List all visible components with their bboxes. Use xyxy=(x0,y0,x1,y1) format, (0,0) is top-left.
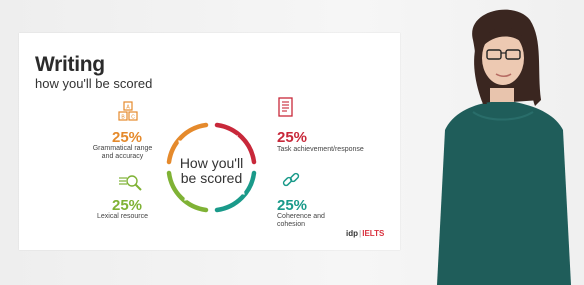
idp-ielts-logo: idp|IELTS xyxy=(346,229,384,238)
center-line1: How you'll xyxy=(179,155,244,171)
coherence-label-line2: cohesion xyxy=(277,221,306,228)
slide-subtitle: how you'll be scored xyxy=(35,76,153,91)
magnifier-icon xyxy=(119,175,142,191)
ielts-wordmark: IELTS xyxy=(362,229,385,238)
coherence-label-line1: Coherence and xyxy=(277,213,325,220)
cycle-center-label: How you'll be scored xyxy=(169,156,254,186)
logo-separator: | xyxy=(359,229,362,238)
grammar-label-line1: Grammatical range xyxy=(92,145,153,152)
presenter-figure xyxy=(437,9,571,285)
abc-blocks-icon: A B C xyxy=(118,101,138,121)
grammar-label-line2: and accuracy xyxy=(101,153,144,160)
svg-text:C: C xyxy=(131,115,135,121)
slide-title: Writing xyxy=(35,53,105,76)
lexical-label-line1: Lexical resource xyxy=(97,213,148,220)
grammar-percent: 25% xyxy=(112,129,143,146)
document-icon xyxy=(278,97,293,117)
lexical-percent: 25% xyxy=(112,197,143,214)
task-percent: 25% xyxy=(277,129,308,146)
coherence-label: Coherence and cohesion xyxy=(277,213,357,229)
task-label-line1: Task achievement/response xyxy=(277,146,364,153)
lexical-label: Lexical resource xyxy=(85,213,160,221)
task-label: Task achievement/response xyxy=(277,146,387,154)
center-line2: be scored xyxy=(180,170,243,186)
presentation-slide: Writing how you'll be scored A B C 25% G… xyxy=(19,33,400,250)
idp-wordmark: idp xyxy=(346,229,358,238)
chain-link-icon xyxy=(282,172,300,187)
grammar-label: Grammatical range and accuracy xyxy=(85,145,160,161)
coherence-percent: 25% xyxy=(277,197,308,214)
